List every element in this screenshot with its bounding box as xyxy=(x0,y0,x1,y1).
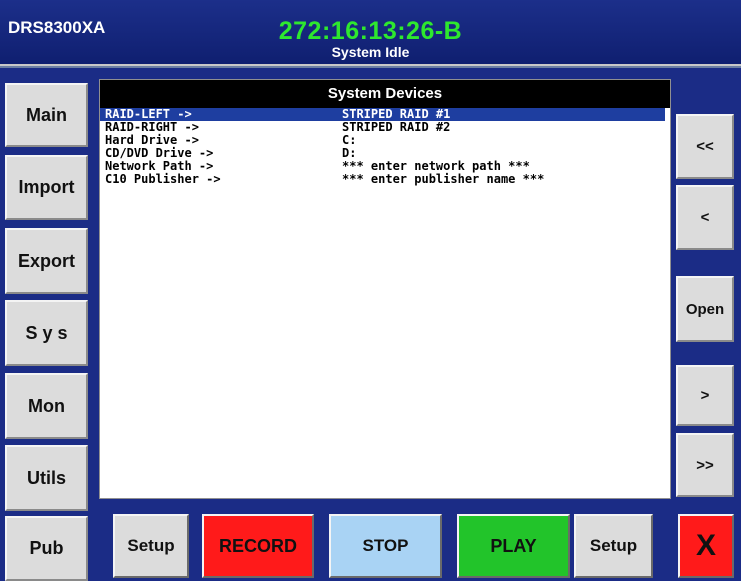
close-button[interactable]: X xyxy=(678,514,734,578)
sidebar-item-sys[interactable]: S y s xyxy=(5,300,88,366)
sidebar-item-import[interactable]: Import xyxy=(5,155,88,220)
setup-left-button[interactable]: Setup xyxy=(113,514,189,578)
system-status: System Idle xyxy=(331,44,410,60)
system-devices-panel: System Devices RAID-LEFT -> STRIPED RAID… xyxy=(99,79,671,499)
device-name-label: C10 Publisher -> xyxy=(105,172,221,186)
sidebar-item-utils[interactable]: Utils xyxy=(5,445,88,511)
device-value: *** enter publisher name *** xyxy=(342,172,545,186)
sidebar-item-export[interactable]: Export xyxy=(5,228,88,294)
sidebar-item-mon[interactable]: Mon xyxy=(5,373,88,439)
record-button[interactable]: RECORD xyxy=(202,514,314,578)
sidebar-item-pub[interactable]: Pub xyxy=(5,516,88,581)
last-page-button[interactable]: >> xyxy=(676,433,734,497)
first-page-button[interactable]: << xyxy=(676,114,734,179)
device-list: RAID-LEFT -> STRIPED RAID #1 RAID-RIGHT … xyxy=(100,108,670,186)
title-bar: DRS8300XA 272:16:13:26-B System Idle xyxy=(0,0,741,66)
setup-right-button[interactable]: Setup xyxy=(574,514,653,578)
timecode-display: 272:16:13:26-B xyxy=(278,17,463,45)
panel-title: System Devices xyxy=(100,80,670,108)
device-value: STRIPED RAID #2 xyxy=(342,120,451,134)
next-button[interactable]: > xyxy=(676,365,734,426)
open-button[interactable]: Open xyxy=(676,276,734,342)
device-row-c10-publisher[interactable]: C10 Publisher -> *** enter publisher nam… xyxy=(100,173,670,186)
previous-button[interactable]: < xyxy=(676,185,734,250)
stop-button[interactable]: STOP xyxy=(329,514,442,578)
sidebar-item-main[interactable]: Main xyxy=(5,83,88,147)
play-button[interactable]: PLAY xyxy=(457,514,570,578)
